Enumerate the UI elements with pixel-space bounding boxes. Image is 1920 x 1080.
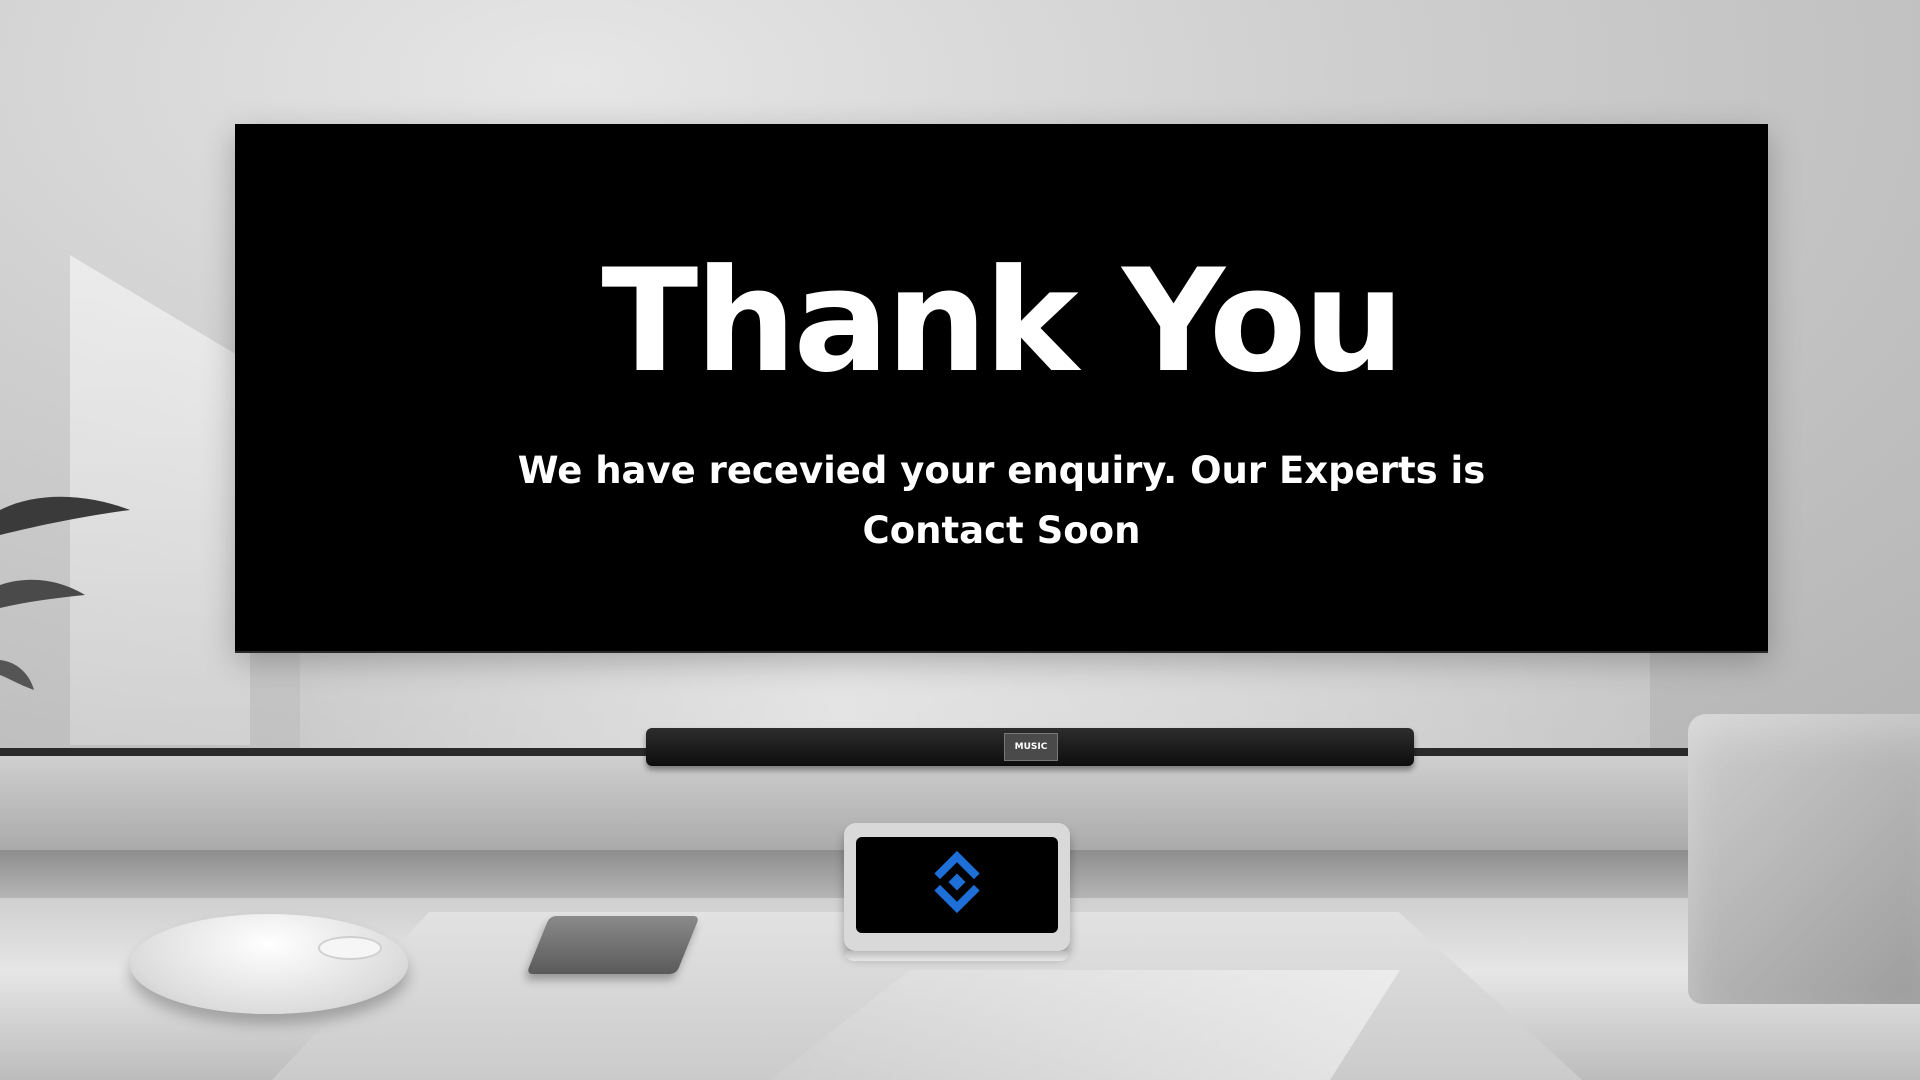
tv-screen: Thank You We have recevied your enquiry.… xyxy=(235,124,1768,651)
robot-vacuum xyxy=(130,914,408,1014)
smart-display-device xyxy=(844,823,1070,961)
robot-vacuum-sensor xyxy=(318,936,382,960)
soundbar: MUSIC xyxy=(646,728,1414,766)
page-title: Thank You xyxy=(601,239,1404,404)
ottoman xyxy=(1688,714,1920,1004)
plant-leaves-illustration xyxy=(0,496,130,690)
soundbar-display: MUSIC xyxy=(1004,733,1058,761)
brand-logo-icon xyxy=(934,850,980,914)
confirmation-message: We have recevied your enquiry. Our Exper… xyxy=(517,449,1486,552)
notebook xyxy=(526,916,700,974)
smart-display-base xyxy=(844,951,1070,961)
thank-you-scene: Thank You We have recevied your enquiry.… xyxy=(0,0,1920,1080)
